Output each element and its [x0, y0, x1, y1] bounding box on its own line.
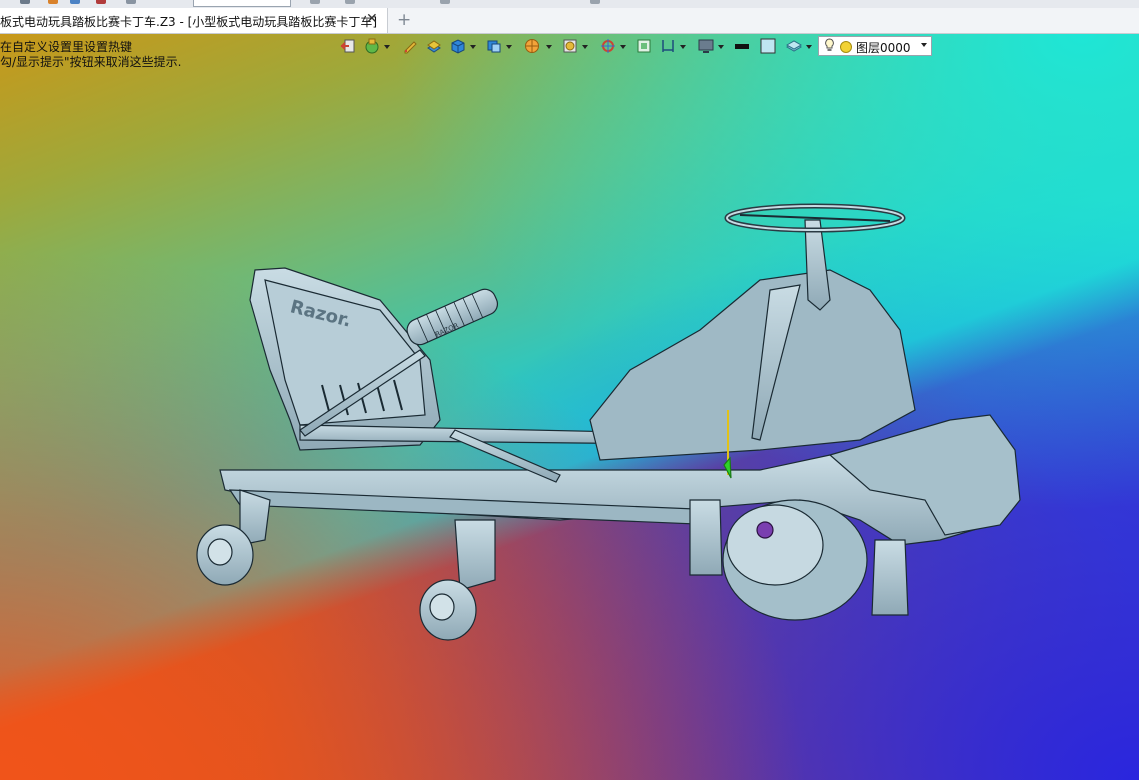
redo-icon[interactable] [345, 0, 355, 4]
view-cube-icon[interactable] [486, 38, 502, 54]
document-tab-title: 板式电动玩具踏板比赛卡丁车.Z3 - [小型板式电动玩具踏板比赛卡丁车] [0, 15, 377, 29]
exit-sketch-icon[interactable] [340, 38, 356, 54]
quick-access-strip [0, 0, 1139, 8]
open-icon[interactable] [48, 0, 58, 4]
history-icon[interactable] [364, 38, 380, 54]
solid-cube-icon[interactable] [450, 38, 466, 54]
line-color-icon[interactable] [734, 38, 750, 54]
snap-icon[interactable] [600, 38, 616, 54]
layer-selector[interactable]: 图层0000 [818, 36, 932, 56]
document-tab-bar: 板式电动玩具踏板比赛卡丁车.Z3 - [小型板式电动玩具踏板比赛卡丁车] ✕ + [0, 8, 1139, 34]
edit-icon[interactable] [402, 38, 418, 54]
undo-icon[interactable] [310, 0, 320, 4]
viewport-hint-line2: 勾/显示提示"按钮来取消这些提示. [0, 55, 182, 69]
save-icon[interactable] [20, 0, 30, 4]
layer-stack-icon[interactable] [786, 38, 802, 54]
dimension-dropdown-icon[interactable] [680, 45, 686, 49]
layer-stack-dropdown-icon[interactable] [806, 45, 812, 49]
view-dropdown-icon[interactable] [506, 45, 512, 49]
document-tab[interactable]: 板式电动玩具踏板比赛卡丁车.Z3 - [小型板式电动玩具踏板比赛卡丁车] ✕ [0, 8, 388, 33]
castor-wheel-rear [196, 489, 271, 586]
filter-dropdown-icon[interactable] [582, 45, 588, 49]
drive-wheel [722, 499, 868, 621]
layer-icon[interactable] [426, 38, 442, 54]
castor-wheel-front [419, 519, 496, 641]
snap-dropdown-icon[interactable] [620, 45, 626, 49]
go-kart-model[interactable]: Razor. RAZOR [0, 34, 1139, 780]
display-dropdown-icon[interactable] [718, 45, 724, 49]
solid-dropdown-icon[interactable] [470, 45, 476, 49]
layer-color-dot [840, 41, 852, 53]
dimension-icon[interactable] [660, 38, 676, 54]
settings-icon[interactable] [126, 0, 136, 4]
new-tab-icon[interactable]: + [397, 10, 411, 30]
select-mini-icon[interactable] [590, 0, 600, 4]
lightbulb-icon [824, 38, 835, 57]
chevron-down-icon[interactable] [921, 43, 927, 47]
3d-viewport[interactable]: 在自定义设置里设置热键 勾/显示提示"按钮来取消这些提示. 图层0000 Raz… [0, 34, 1139, 780]
close-tab-icon[interactable]: ✕ [366, 11, 378, 27]
filter-combo[interactable] [193, 0, 291, 7]
snap-mini-icon[interactable] [440, 0, 450, 4]
rear-post [871, 539, 909, 616]
fill-color-icon[interactable] [760, 38, 776, 54]
filter-icon[interactable] [562, 38, 578, 54]
render-sphere-icon[interactable] [524, 38, 540, 54]
copy-icon[interactable] [70, 0, 80, 4]
print-icon[interactable] [96, 0, 106, 4]
render-dropdown-icon[interactable] [546, 45, 552, 49]
history-dropdown-icon[interactable] [384, 45, 390, 49]
display-icon[interactable] [698, 38, 714, 54]
hand-grip [406, 288, 499, 346]
layer-name: 图层0000 [856, 41, 911, 55]
frame-icon[interactable] [636, 38, 652, 54]
